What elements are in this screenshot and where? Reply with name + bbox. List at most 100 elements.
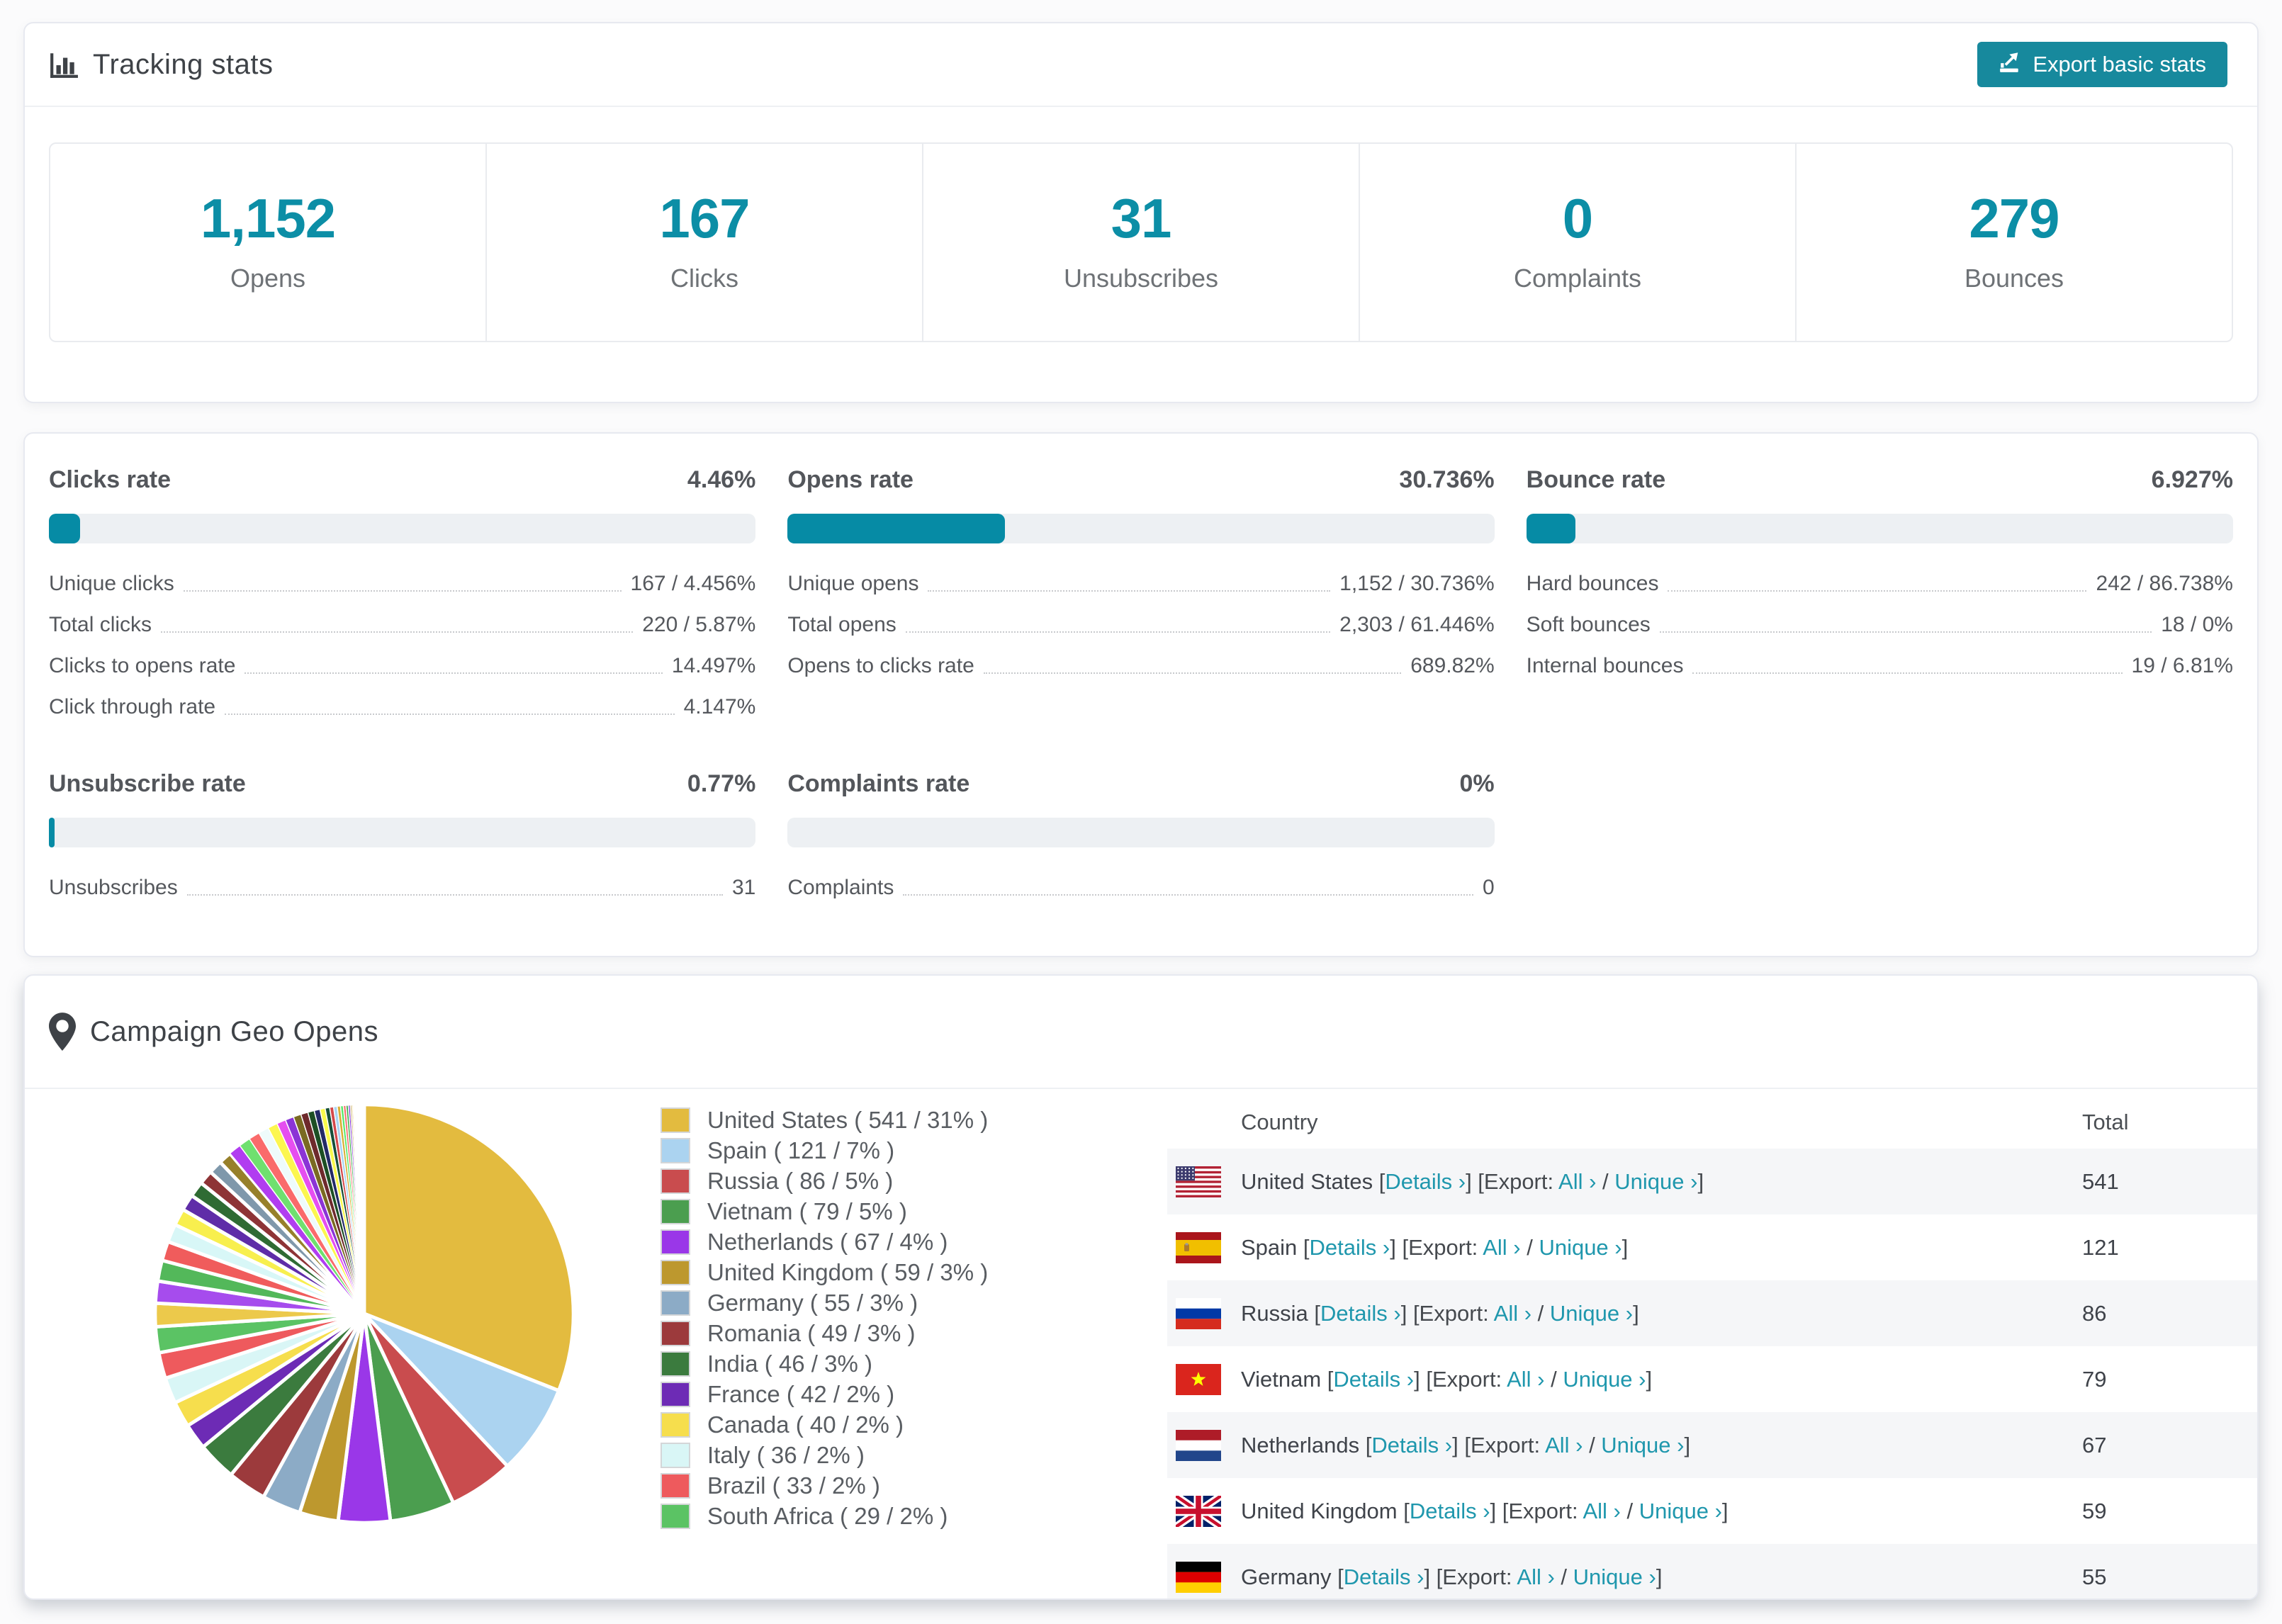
- metric-row-click-through-rate: Click through rate 4.147%: [49, 687, 755, 728]
- export-all-link[interactable]: All ›: [1483, 1235, 1520, 1260]
- tracking-stats-header: Tracking stats Export basic stats: [25, 23, 2257, 107]
- total-cell: 541: [2082, 1168, 2119, 1194]
- export-all-link[interactable]: All ›: [1583, 1499, 1620, 1523]
- geo-title: Campaign Geo Opens: [90, 1015, 379, 1047]
- country-cell: Germany [Details ›] [Export: All › / Uni…: [1167, 1561, 2082, 1593]
- stat-value: 0: [1562, 187, 1593, 249]
- dotted-leader: [186, 894, 723, 896]
- details-link[interactable]: Details ›: [1371, 1433, 1452, 1457]
- legend-swatch-icon: [661, 1290, 690, 1316]
- rate-progress-fill: [49, 514, 81, 543]
- page-title: Tracking stats: [93, 48, 274, 80]
- legend-swatch-icon: [661, 1107, 690, 1133]
- export-all-link[interactable]: All ›: [1558, 1169, 1596, 1194]
- legend-swatch-icon: [661, 1350, 690, 1377]
- legend-item-united-kingdom: United Kingdom ( 59 / 3% ): [661, 1257, 988, 1287]
- metric-row-unsubscribes: Unsubscribes 31: [49, 867, 755, 908]
- geo-table-body: United States [Details ›] [Export: All ›…: [1167, 1149, 2257, 1598]
- legend-item-brazil: Brazil ( 33 / 2% ): [661, 1470, 988, 1501]
- rate-title: Complaints rate: [787, 770, 970, 797]
- rate-block-complaints-rate: Complaints rate 0% Complaints 0: [787, 770, 1495, 908]
- rate-title: Opens rate: [787, 466, 914, 493]
- tracking-stats-card: Tracking stats Export basic stats 1,152 O…: [23, 22, 2259, 403]
- metric-row-hard-bounces: Hard bounces 242 / 86.738%: [1527, 563, 2233, 604]
- legend-swatch-icon: [661, 1442, 690, 1468]
- details-link[interactable]: Details ›: [1344, 1564, 1424, 1589]
- rate-metrics: Unsubscribes 31: [49, 867, 755, 908]
- rate-value: 6.927%: [2151, 466, 2233, 493]
- rate-value: 0%: [1459, 770, 1495, 797]
- legend-label: Brazil ( 33 / 2% ): [707, 1472, 880, 1499]
- rate-head: Clicks rate 4.46%: [49, 466, 755, 494]
- metric-label: Complaints: [787, 876, 894, 899]
- metric-label: Clicks to opens rate: [49, 654, 236, 677]
- metric-value: 18 / 0%: [2161, 613, 2233, 636]
- export-unique-link[interactable]: Unique ›: [1639, 1499, 1722, 1523]
- export-unique-link[interactable]: Unique ›: [1601, 1433, 1684, 1457]
- rate-metrics: Unique opens 1,152 / 30.736% Total opens 2,…: [787, 563, 1494, 687]
- legend-swatch-icon: [661, 1411, 690, 1438]
- export-unique-link[interactable]: Unique ›: [1550, 1301, 1633, 1326]
- metric-label: Click through rate: [49, 695, 216, 718]
- country-column-header: Country: [1241, 1110, 1318, 1134]
- export-unique-link[interactable]: Unique ›: [1563, 1367, 1646, 1392]
- details-link[interactable]: Details ›: [1385, 1169, 1466, 1194]
- export-all-link[interactable]: All ›: [1517, 1564, 1554, 1589]
- export-unique-link[interactable]: Unique ›: [1539, 1235, 1621, 1260]
- legend-swatch-icon: [661, 1168, 690, 1194]
- geo-table-row-spain: Spain [Details ›] [Export: All › / Uniqu…: [1167, 1214, 2257, 1280]
- metric-value: 242 / 86.738%: [2096, 572, 2233, 595]
- country-cell: Vietnam [Details ›] [Export: All › / Uni…: [1167, 1363, 2082, 1395]
- country-cell: Russia [Details ›] [Export: All › / Uniq…: [1167, 1297, 2082, 1329]
- export-unique-link[interactable]: Unique ›: [1614, 1169, 1697, 1194]
- rate-head: Bounce rate 6.927%: [1527, 466, 2233, 494]
- rate-progress-fill: [787, 514, 1005, 543]
- details-link[interactable]: Details ›: [1310, 1235, 1390, 1260]
- metric-row-unique-opens: Unique opens 1,152 / 30.736%: [787, 563, 1494, 604]
- export-all-link[interactable]: All ›: [1494, 1301, 1531, 1326]
- total-cell: 67: [2082, 1432, 2107, 1457]
- rate-metrics: Complaints 0: [787, 867, 1494, 908]
- details-link[interactable]: Details ›: [1410, 1499, 1490, 1523]
- legend-item-spain: Spain ( 121 / 7% ): [661, 1135, 988, 1166]
- legend-swatch-icon: [661, 1320, 690, 1346]
- metric-label: Unique opens: [787, 572, 919, 595]
- metric-row-unique-clicks: Unique clicks 167 / 4.456%: [49, 563, 755, 604]
- flag-vn-icon: [1176, 1363, 1221, 1395]
- total-cell: 79: [2082, 1366, 2107, 1392]
- stat-card-clicks: 167 Clicks: [485, 144, 922, 341]
- metric-value: 0: [1482, 876, 1495, 899]
- metric-label: Opens to clicks rate: [787, 654, 974, 677]
- geo-opens-header: Campaign Geo Opens: [25, 976, 2257, 1089]
- export-icon: [1999, 50, 2021, 79]
- legend-swatch-icon: [661, 1198, 690, 1224]
- rate-progress-track: [1526, 514, 2233, 543]
- rate-head: Unsubscribe rate 0.77%: [49, 770, 755, 798]
- rate-block-bounce-rate: Bounce rate 6.927% Hard bounces 242 / 86.73…: [1526, 466, 2233, 728]
- legend-label: Spain ( 121 / 7% ): [707, 1137, 895, 1163]
- stat-label: Opens: [230, 264, 306, 293]
- legend-label: United Kingdom ( 59 / 3% ): [707, 1258, 989, 1285]
- details-link[interactable]: Details ›: [1333, 1367, 1414, 1392]
- country-name: United States: [1241, 1168, 1373, 1194]
- legend-label: Italy ( 36 / 2% ): [707, 1441, 865, 1468]
- legend-label: Russia ( 86 / 5% ): [707, 1167, 894, 1194]
- rate-progress-fill: [49, 818, 55, 847]
- total-column-header: Total: [2082, 1110, 2129, 1134]
- legend-label: Germany ( 55 / 3% ): [707, 1289, 918, 1316]
- legend-item-italy: Italy ( 36 / 2% ): [661, 1440, 988, 1470]
- export-basic-stats-button[interactable]: Export basic stats: [1977, 42, 2227, 87]
- metric-value: 31: [731, 876, 756, 899]
- details-link[interactable]: Details ›: [1320, 1301, 1401, 1326]
- metric-row-total-opens: Total opens 2,303 / 61.446%: [787, 604, 1494, 645]
- rate-progress-track: [49, 514, 756, 543]
- legend-label: Netherlands ( 67 / 4% ): [707, 1228, 948, 1255]
- rate-title: Bounce rate: [1526, 466, 1666, 493]
- export-unique-link[interactable]: Unique ›: [1573, 1564, 1656, 1589]
- dotted-leader: [983, 672, 1402, 674]
- export-all-link[interactable]: All ›: [1545, 1433, 1583, 1457]
- flag-de-icon: [1176, 1561, 1221, 1593]
- legend-label: United States ( 541 / 31% ): [707, 1106, 989, 1133]
- legend-item-vietnam: Vietnam ( 79 / 5% ): [661, 1196, 988, 1227]
- export-all-link[interactable]: All ›: [1507, 1367, 1544, 1392]
